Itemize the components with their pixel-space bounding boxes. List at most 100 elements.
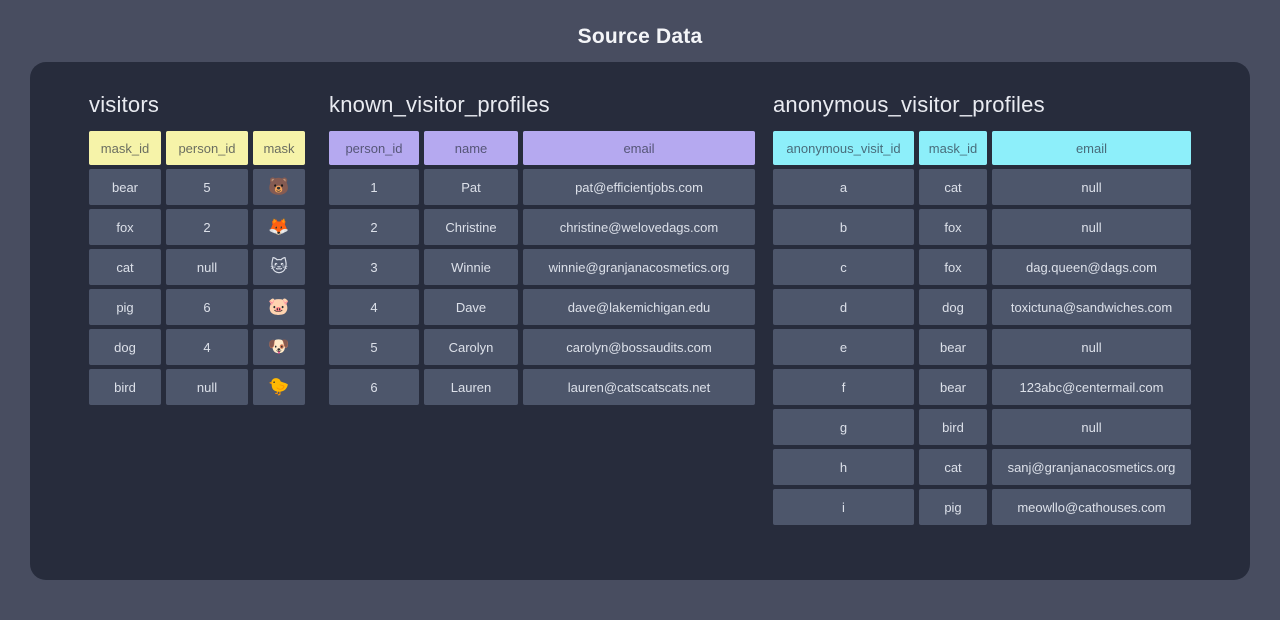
table-cell: null <box>992 409 1191 445</box>
table-row: acatnull <box>773 169 1191 205</box>
table-row: catnull🐱 <box>89 249 305 285</box>
table-cell: b <box>773 209 914 245</box>
header-row: mask_idperson_idmask <box>89 131 305 165</box>
column-header-mask_id: mask_id <box>919 131 987 165</box>
table-row: fox2🦊 <box>89 209 305 245</box>
table-row: ebearnull <box>773 329 1191 365</box>
table-row: 3Winniewinnie@granjanacosmetics.org <box>329 249 755 285</box>
table-row: ddogtoxictuna@sandwiches.com <box>773 289 1191 325</box>
mask-emoji-cell: 🦊 <box>253 209 305 245</box>
table-cell: pig <box>89 289 161 325</box>
table-cell: christine@welovedags.com <box>523 209 755 245</box>
column-header-mask: mask <box>253 131 305 165</box>
table-cell: Dave <box>424 289 518 325</box>
table-row: birdnull🐤 <box>89 369 305 405</box>
column-header-anonymous_visit_id: anonymous_visit_id <box>773 131 914 165</box>
table-row: cfoxdag.queen@dags.com <box>773 249 1191 285</box>
table-known_visitor_profiles: person_idnameemail 1Patpat@efficientjobs.… <box>329 131 755 405</box>
table-cell: fox <box>919 249 987 285</box>
table-visitors: mask_idperson_idmaskbear5🐻fox2🦊catnull🐱p… <box>89 131 305 405</box>
table-cell: g <box>773 409 914 445</box>
table-cell: fox <box>89 209 161 245</box>
table-row: bfoxnull <box>773 209 1191 245</box>
table-cell: carolyn@bossaudits.com <box>523 329 755 365</box>
table-cell: d <box>773 289 914 325</box>
table-cell: i <box>773 489 914 525</box>
table-cell: f <box>773 369 914 405</box>
table-row: 2Christinechristine@welovedags.com <box>329 209 755 245</box>
table-cell: bear <box>919 369 987 405</box>
table-cell: 1 <box>329 169 419 205</box>
table-section-anonymous_visitor_profiles: anonymous_visitor_profiles anonymous_vis… <box>773 92 1191 529</box>
mask-emoji-cell: 🐶 <box>253 329 305 365</box>
table-cell: null <box>166 249 248 285</box>
column-header-email: email <box>992 131 1191 165</box>
table-cell: null <box>992 169 1191 205</box>
page-title: Source Data <box>0 0 1280 49</box>
table-cell: 6 <box>329 369 419 405</box>
table-cell: 123abc@centermail.com <box>992 369 1191 405</box>
table-row: fbear123abc@centermail.com <box>773 369 1191 405</box>
table-row: gbirdnull <box>773 409 1191 445</box>
table-anonymous_visitor_profiles: anonymous_visit_idmask_idemailacatnullbf… <box>773 131 1191 525</box>
table-cell: toxictuna@sandwiches.com <box>992 289 1191 325</box>
table-cell: Lauren <box>424 369 518 405</box>
table-row: 5Carolyncarolyn@bossaudits.com <box>329 329 755 365</box>
table-cell: cat <box>919 169 987 205</box>
table-cell: 3 <box>329 249 419 285</box>
table-cell: null <box>992 329 1191 365</box>
table-cell: fox <box>919 209 987 245</box>
table-cell: dave@lakemichigan.edu <box>523 289 755 325</box>
mask-emoji-cell: 🐷 <box>253 289 305 325</box>
table-cell: Carolyn <box>424 329 518 365</box>
table-cell: 6 <box>166 289 248 325</box>
mask-emoji-cell: 🐱 <box>253 249 305 285</box>
table-cell: dog <box>919 289 987 325</box>
table-row: hcatsanj@granjanacosmetics.org <box>773 449 1191 485</box>
table-cell: Winnie <box>424 249 518 285</box>
table-cell: sanj@granjanacosmetics.org <box>992 449 1191 485</box>
table-cell: c <box>773 249 914 285</box>
table-section-known_visitor_profiles: known_visitor_profiles person_idnameemai… <box>329 92 755 409</box>
column-header-person_id: person_id <box>329 131 419 165</box>
column-header-name: name <box>424 131 518 165</box>
table-cell: 2 <box>166 209 248 245</box>
table-row: dog4🐶 <box>89 329 305 365</box>
column-header-email: email <box>523 131 755 165</box>
table-section-visitors: visitors mask_idperson_idmaskbear5🐻fox2🦊… <box>89 92 305 409</box>
table-cell: bird <box>89 369 161 405</box>
source-data-panel: visitors mask_idperson_idmaskbear5🐻fox2🦊… <box>30 62 1250 580</box>
table-row: pig6🐷 <box>89 289 305 325</box>
table-cell: dog <box>89 329 161 365</box>
table-row: ipigmeowllo@cathouses.com <box>773 489 1191 525</box>
table-cell: cat <box>89 249 161 285</box>
table-cell: null <box>992 209 1191 245</box>
mask-emoji-cell: 🐻 <box>253 169 305 205</box>
table-row: 6Laurenlauren@catscatscats.net <box>329 369 755 405</box>
table-cell: dag.queen@dags.com <box>992 249 1191 285</box>
table-cell: pat@efficientjobs.com <box>523 169 755 205</box>
table-cell: 2 <box>329 209 419 245</box>
column-header-person_id: person_id <box>166 131 248 165</box>
table-cell: 5 <box>166 169 248 205</box>
table-title: visitors <box>89 92 305 118</box>
table-cell: null <box>166 369 248 405</box>
table-cell: h <box>773 449 914 485</box>
table-title: known_visitor_profiles <box>329 92 755 118</box>
table-cell: meowllo@cathouses.com <box>992 489 1191 525</box>
table-cell: pig <box>919 489 987 525</box>
table-cell: cat <box>919 449 987 485</box>
table-cell: a <box>773 169 914 205</box>
table-cell: winnie@granjanacosmetics.org <box>523 249 755 285</box>
table-cell: bird <box>919 409 987 445</box>
table-cell: 4 <box>329 289 419 325</box>
table-title: anonymous_visitor_profiles <box>773 92 1191 118</box>
table-cell: Pat <box>424 169 518 205</box>
table-cell: bear <box>89 169 161 205</box>
table-row: bear5🐻 <box>89 169 305 205</box>
mask-emoji-cell: 🐤 <box>253 369 305 405</box>
table-cell: bear <box>919 329 987 365</box>
column-header-mask_id: mask_id <box>89 131 161 165</box>
table-cell: e <box>773 329 914 365</box>
table-cell: 5 <box>329 329 419 365</box>
